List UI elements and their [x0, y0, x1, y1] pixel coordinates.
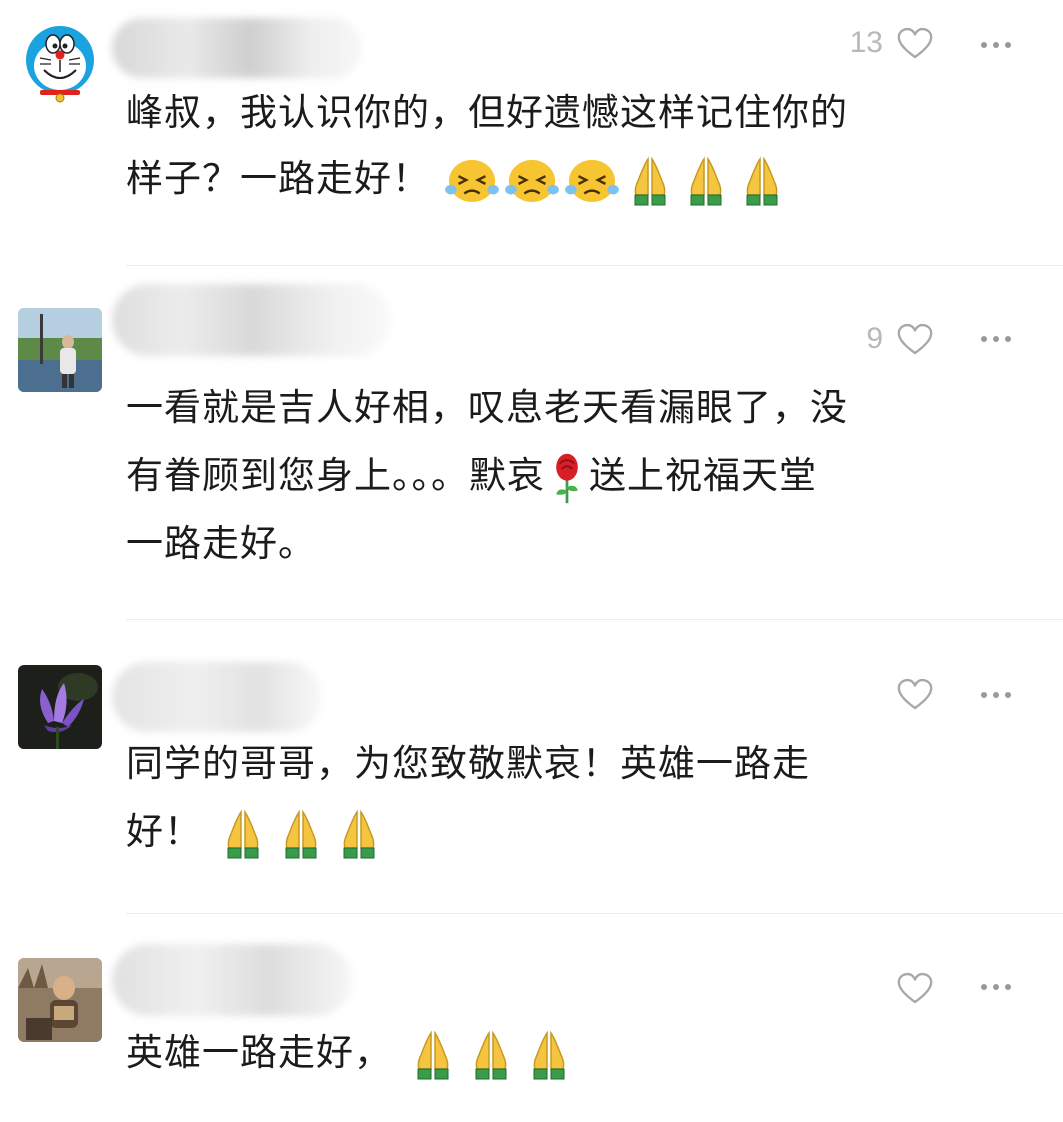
- username-redacted: [112, 284, 392, 356]
- folded-hands-emoji: [405, 1029, 461, 1081]
- username-redacted: [112, 944, 352, 1016]
- more-options-icon[interactable]: [981, 42, 1011, 48]
- heart-icon[interactable]: [897, 678, 933, 711]
- folded-hands-emoji: [521, 1029, 577, 1081]
- comment-item: 同学的哥哥，为您致敬默哀！英雄一路走 好！: [0, 620, 1063, 914]
- comment-line-text: 好！: [126, 810, 202, 853]
- more-options-icon[interactable]: [981, 336, 1011, 342]
- username-redacted: [112, 662, 322, 732]
- avatar[interactable]: [18, 20, 102, 104]
- folded-hands-emoji: [679, 155, 733, 207]
- heart-icon[interactable]: [897, 323, 933, 356]
- comment-line: 一路走好。: [126, 522, 316, 565]
- comment-item: 英雄一路走好，: [0, 914, 1063, 1122]
- avatar[interactable]: [18, 308, 102, 392]
- comment-text: 一看就是吉人好相，叹息老天看漏眼了，没 有眷顾到您身上。。。默哀 送上祝福天堂 一…: [126, 374, 848, 578]
- comment-line-text: 送上祝福天堂: [589, 454, 817, 497]
- more-options-icon[interactable]: [981, 692, 1011, 698]
- comment-line: 英雄一路走好，: [126, 1020, 579, 1086]
- like-area: 13: [850, 26, 933, 60]
- folded-hands-emoji: [273, 808, 329, 860]
- comment-item: 13 峰叔，我认识你的，但好遗憾这样记住你的 样子？一路走好！: [0, 0, 1063, 266]
- comment-item: 9 一看就是吉人好相，叹息老天看漏眼了，没 有眷顾到您身上。。。默哀 送上祝福天堂…: [0, 266, 1063, 620]
- comment-line-text: 样子？一路走好！: [126, 157, 430, 200]
- comment-line: 同学的哥哥，为您致敬默哀！英雄一路走: [126, 742, 810, 785]
- like-area: [883, 972, 933, 1005]
- comment-line: 峰叔，我认识你的，但好遗憾这样记住你的: [126, 91, 848, 134]
- more-options-icon[interactable]: [981, 984, 1011, 990]
- comment-line: 有眷顾到您身上。。。默哀 送上祝福天堂: [126, 442, 848, 510]
- folded-hands-emoji: [735, 155, 789, 207]
- username-redacted: [112, 18, 362, 78]
- comment-text: 英雄一路走好，: [126, 1020, 579, 1086]
- avatar[interactable]: [18, 958, 102, 1042]
- heart-icon[interactable]: [897, 27, 933, 60]
- comment-line-text: 有眷顾到您身上。。。默哀: [126, 454, 545, 497]
- crying-face-emoji: [563, 157, 621, 205]
- heart-icon[interactable]: [897, 972, 933, 1005]
- crying-face-emoji: [503, 157, 561, 205]
- comment-text: 峰叔，我认识你的，但好遗憾这样记住你的 样子？一路走好！: [126, 80, 848, 212]
- folded-hands-emoji: [463, 1029, 519, 1081]
- avatar[interactable]: [18, 665, 102, 749]
- rose-emoji: [549, 450, 585, 506]
- like-count: 13: [849, 26, 883, 59]
- like-area: [883, 678, 933, 711]
- comment-line-text: 英雄一路走好，: [126, 1031, 392, 1074]
- folded-hands-emoji: [331, 808, 387, 860]
- comment-line: 好！: [126, 798, 810, 866]
- like-count: 9: [866, 322, 883, 355]
- crying-face-emoji: [443, 157, 501, 205]
- folded-hands-emoji: [215, 808, 271, 860]
- folded-hands-emoji: [623, 155, 677, 207]
- comment-line: 样子？一路走好！: [126, 146, 848, 212]
- comment-line: 一看就是吉人好相，叹息老天看漏眼了，没: [126, 386, 848, 429]
- comment-text: 同学的哥哥，为您致敬默哀！英雄一路走 好！: [126, 730, 810, 866]
- like-area: 9: [866, 322, 933, 356]
